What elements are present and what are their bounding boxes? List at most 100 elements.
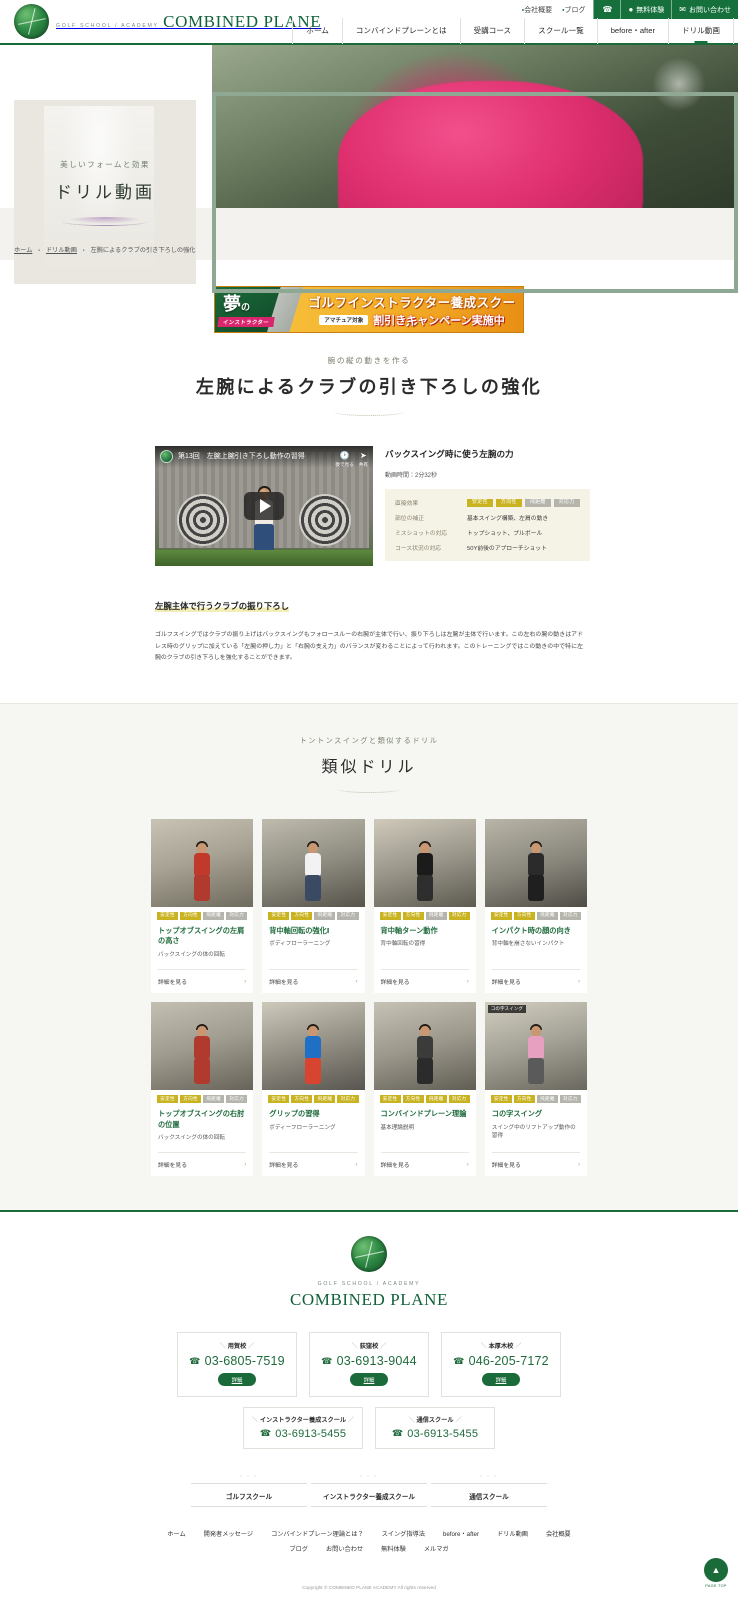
drill-thumbnail[interactable] (484, 818, 587, 907)
drill-card-more-link[interactable]: 詳細を見る › (380, 969, 469, 986)
nav-item-schools[interactable]: スクール一覧 (524, 18, 597, 44)
drill-card-more-label: 詳細を見る (158, 980, 187, 986)
school-detail-button[interactable]: 詳細 (481, 1373, 521, 1387)
school-phone-number[interactable]: ☎ 046-205-7172 (442, 1354, 560, 1368)
video-channel-avatar-icon[interactable] (160, 450, 173, 463)
promo-banner[interactable]: 夢の インストラクター ゴルフインストラクター養成スクール アマチュア対象 割引… (214, 286, 524, 333)
drill-figure (300, 840, 326, 903)
drill-tag-2: 飛距離 (203, 911, 225, 920)
school-detail-button[interactable]: 詳細 (217, 1373, 257, 1387)
nav-item-drill-videos[interactable]: ドリル動画 (668, 18, 734, 44)
utility-button-contact[interactable]: ✉ お問い合わせ (671, 0, 738, 19)
school-phone-cards: 用賀校 ☎ 03-6805-7519 詳細 荻窪校 ☎ 03-6913-9044… (0, 1332, 738, 1397)
footer-category[interactable]: ・・・ 通信スクール (431, 1473, 547, 1507)
drill-thumbnail[interactable] (262, 818, 365, 907)
row-label: コース状況の対応 (395, 546, 442, 552)
drill-card[interactable]: 安定性 方向性 飛距離 対応力 コンバインドプレーン理論 基本理論説明 詳細を見る › (373, 1002, 476, 1177)
drill-card[interactable]: コの字スイング 安定性 方向性 飛距離 対応力 コの字スイング スイング中のリフトアッ… (484, 1002, 587, 1177)
breadcrumb-item-drill[interactable]: ドリル動画 (46, 247, 77, 254)
drill-card[interactable]: 安定性 方向性 飛距離 対応力 トップオブスイングの左肩の高さ バックスイングの体の回… (151, 818, 254, 993)
footer-logo[interactable]: GOLF SCHOOL / ACADEMY COMBINED PLANE (0, 1236, 738, 1310)
school-phone-number[interactable]: ☎ 03-6913-5455 (376, 1428, 494, 1440)
drill-thumbnail[interactable]: コの字スイング (484, 1002, 587, 1090)
school-phone-number[interactable]: ☎ 03-6805-7519 (178, 1354, 296, 1368)
school-phone-number[interactable]: ☎ 03-6913-5455 (244, 1428, 362, 1440)
utility-link-company[interactable]: 会社概要 (522, 5, 552, 15)
drill-thumbnail[interactable] (262, 1002, 365, 1090)
footer-category[interactable]: ・・・ インストラクター養成スクール (311, 1473, 427, 1507)
similar-drills-ornament (337, 785, 401, 793)
video-share-button[interactable]: ➤ 共有 (359, 450, 368, 469)
clock-icon: 🕑 (339, 451, 350, 460)
footer-link-1[interactable]: 開発者メッセージ (204, 1529, 253, 1538)
hero-title: ドリル動画 (55, 182, 155, 202)
drill-card-more-link[interactable]: 詳細を見る › (158, 1152, 247, 1169)
footer-link-2[interactable]: コンバインドプレーン理論とは？ (271, 1529, 364, 1538)
article-section: 左腕主体で行うクラブの振り下ろし ゴルフスイングではクラブの振り上げはバックスイ… (155, 588, 583, 703)
drill-card-more-label: 詳細を見る (380, 1163, 410, 1170)
drill-card-title: 背中軸ターン動作 (380, 925, 438, 935)
hero-title-card: 美しいフォームと効果 ドリル動画 (14, 100, 196, 284)
page-top-button[interactable]: ▲ PAGE TOP (704, 1557, 728, 1588)
drill-tag-3: 対応力 (448, 911, 470, 920)
utility-button-free-trial[interactable]: ● 無料体験 (620, 0, 672, 19)
footer-link-4[interactable]: before・after (443, 1529, 479, 1538)
video-watch-later-button[interactable]: 🕑 後で見る (335, 450, 353, 469)
drill-card[interactable]: 安定性 方向性 飛距離 対応力 背中軸回転の強化Ⅰ ボディフローラーニング 詳細を見る… (262, 818, 365, 993)
drill-card[interactable]: 安定性 方向性 飛距離 対応力 インパクト時の顔の向き 背中軸を崩さないインパクト 詳… (484, 818, 587, 993)
footer-link-5[interactable]: ドリル動画 (497, 1529, 528, 1538)
drill-tag-0: 安定性 (157, 1095, 179, 1104)
drill-card-more-link[interactable]: 詳細を見る › (269, 969, 358, 986)
drill-card-desc: 基本理論説明 (380, 1124, 415, 1131)
footer-link-10[interactable]: メルマガ (424, 1544, 449, 1553)
drill-thumbnail[interactable] (151, 1002, 254, 1090)
school-phone-number[interactable]: ☎ 03-6913-9044 (310, 1354, 428, 1368)
utility-button-phone[interactable]: ☎ (593, 0, 621, 19)
drill-card[interactable]: 安定性 方向性 飛距離 対応力 トップオブスイングの右肘の位置 バックスイングの体の回… (151, 1002, 254, 1177)
nav-item-before-after[interactable]: before・after (596, 18, 668, 44)
breadcrumb-item-home[interactable]: ホーム (14, 247, 32, 254)
drill-tag-2: 飛距離 (314, 1095, 336, 1104)
footer-category[interactable]: ・・・ ゴルフスクール (191, 1473, 307, 1507)
similar-drills-header: トントンスイングと類似するドリル 類似ドリル (0, 736, 738, 793)
drill-thumbnail[interactable] (373, 1002, 476, 1090)
footer-link-9[interactable]: 無料体験 (381, 1544, 406, 1553)
video-play-button[interactable] (244, 492, 284, 520)
breadcrumb-item-current: 左腕によるクラブの引き下ろしの強化 (90, 247, 196, 254)
drill-thumbnail[interactable] (373, 818, 476, 907)
drill-card-more-link[interactable]: 詳細を見る › (491, 969, 580, 986)
nav-item-courses[interactable]: 受講コース (459, 18, 525, 44)
drill-card-more-link[interactable]: 詳細を見る › (269, 1152, 358, 1169)
school-name: 荻窪校 (310, 1341, 428, 1350)
drill-figure (412, 1024, 438, 1086)
school-detail-button[interactable]: 詳細 (349, 1373, 389, 1387)
drill-card[interactable]: 安定性 方向性 飛距離 対応力 グリップの習得 ボディーフローラーニング 詳細を見る … (262, 1002, 365, 1177)
banner-instructor-tag: インストラクター (217, 317, 275, 327)
drill-card-desc: バックスイングの体の回転 (158, 951, 225, 958)
breadcrumb-separator: ・ (82, 247, 85, 254)
nav-item-about[interactable]: コンバインドプレーンとは (341, 18, 460, 44)
banner-target-tag: アマチュア対象 (319, 315, 369, 325)
video-player[interactable]: 第13回 左腕上腕引き下ろし動作の習得 🕑 後で見る ➤ 共有 (155, 446, 373, 566)
site-logo[interactable]: GOLF SCHOOL / ACADEMY COMBINED PLANE (14, 4, 321, 39)
drill-tag-2: 飛距離 (314, 911, 336, 920)
divider (191, 1482, 307, 1484)
footer-category-label: インストラクター養成スクール (323, 1493, 415, 1501)
drill-tag-0: 安定性 (379, 1095, 401, 1104)
utility-link-blog[interactable]: ブログ (562, 5, 585, 15)
footer-link-6[interactable]: 会社概要 (546, 1529, 571, 1538)
footer-link-7[interactable]: ブログ (289, 1544, 308, 1553)
drill-card-more-link[interactable]: 詳細を見る › (380, 1152, 469, 1170)
footer-link-3[interactable]: スイング指導法 (382, 1529, 425, 1538)
drill-thumb-badge: コの字スイング (487, 1005, 526, 1013)
copyright: Copyright © COMBINED PLANE ACADEMY All r… (302, 1585, 436, 1591)
row-label: 直接効果 (395, 501, 419, 507)
footer-link-8[interactable]: お問い合わせ (326, 1544, 363, 1553)
nav-item-home[interactable]: ホーム (292, 18, 342, 44)
effect-tag-distance: 飛距離 (524, 498, 551, 507)
drill-card-more-link[interactable]: 詳細を見る › (491, 1152, 580, 1169)
drill-thumbnail[interactable] (151, 818, 254, 907)
drill-card-more-link[interactable]: 詳細を見る › (158, 969, 247, 986)
drill-card[interactable]: 安定性 方向性 飛距離 対応力 背中軸ターン動作 背中軸回転の習得 詳細を見る › (373, 818, 476, 993)
footer-link-0[interactable]: ホーム (167, 1529, 185, 1538)
